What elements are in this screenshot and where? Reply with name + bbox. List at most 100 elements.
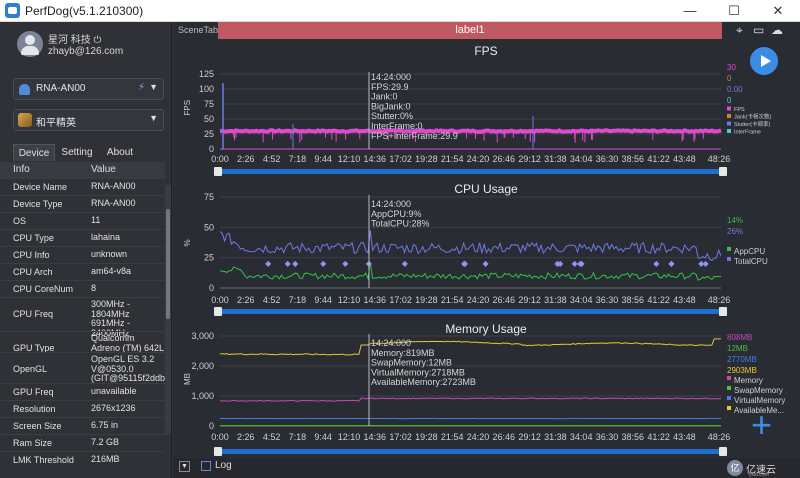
chart-title: FPS <box>474 44 497 58</box>
range-handle-left[interactable] <box>214 307 222 316</box>
table-row: Ram Size 7.2 GB <box>0 434 165 451</box>
y-tick-label: 25 <box>204 253 214 263</box>
x-tick-label: 17:02 <box>389 154 412 164</box>
x-tick-label: 34:04 <box>570 432 593 442</box>
x-tick-label: 38:56 <box>622 154 645 164</box>
time-range-scrollbar[interactable] <box>216 169 725 174</box>
avatar[interactable] <box>17 31 43 57</box>
x-tick-label: 31:38 <box>544 432 567 442</box>
add-chart-button[interactable]: + <box>751 407 772 443</box>
log-checkbox[interactable] <box>201 461 211 471</box>
time-range-scrollbar[interactable] <box>216 309 725 314</box>
row-value: 11 <box>91 215 101 225</box>
app-selector[interactable]: 和平精英 ▼ <box>13 109 164 131</box>
scrollbar-thumb[interactable] <box>166 209 170 319</box>
x-tick-label: 9:44 <box>314 432 332 442</box>
range-handle-left[interactable] <box>214 447 222 456</box>
legend-value: 2770MB <box>727 355 757 364</box>
cpu-marker-icon: ◆ <box>668 259 675 268</box>
x-tick-label: 2:26 <box>237 154 255 164</box>
row-key: CPU Freq <box>13 309 54 319</box>
app-selector-value: 和平精英 <box>36 118 76 129</box>
row-key: CPU Arch <box>13 267 53 277</box>
x-tick-label: 36:30 <box>596 432 619 442</box>
cpu-marker-icon: ◆ <box>292 259 299 268</box>
x-tick-label: 4:52 <box>263 154 281 164</box>
charts-area: FPS0255075100125FPS0:00 2:26 4:52 7:18 9:44 1… <box>183 44 785 456</box>
row-key: Ram Size <box>13 438 53 448</box>
table-row: OpenGL OpenGL ES 3.2 V@0530.0 (GIT@95115f… <box>0 352 165 383</box>
x-tick-label: 0:00 <box>211 154 229 164</box>
x-tick-label: 24:20 <box>467 154 490 164</box>
x-tick-label: 19:28 <box>415 432 438 442</box>
device-selector[interactable]: RNA-AN00 ⚡ ▼ <box>13 78 164 100</box>
y-tick-label: 0 <box>209 283 214 293</box>
tab-setting[interactable]: Setting <box>57 144 97 161</box>
x-tick-label: 21:54 <box>441 154 464 164</box>
tab-about[interactable]: About <box>101 144 139 161</box>
title-bar: PerfDog(v5.1.210300) — ☐ ✕ <box>0 0 800 22</box>
sidebar-scrollbar[interactable] <box>165 185 171 435</box>
range-handle-right[interactable] <box>719 307 727 316</box>
user-name: 星河 科技 ⏻ <box>48 35 102 46</box>
x-tick-label: 29:12 <box>518 295 541 305</box>
bottom-bar: ▼ Log 亿 亿速云 yisu.com <box>173 458 800 478</box>
row-value: Qualcomm Adreno (TM) 642L <box>91 333 165 353</box>
x-tick-label: 48:26 <box>708 154 731 164</box>
cursor-tooltip-line: Jank:0 <box>371 92 398 102</box>
collapse-button[interactable]: ▼ <box>179 461 190 472</box>
x-tick-label: 26:46 <box>493 295 516 305</box>
android-icon <box>19 84 30 95</box>
x-tick-label: 2:26 <box>237 432 255 442</box>
cursor-tooltip-line: BigJank:0 <box>371 101 411 111</box>
legend-value: 0 <box>727 74 732 83</box>
x-tick-label: 9:44 <box>314 295 332 305</box>
cpu-marker-icon: ◆ <box>653 259 660 268</box>
time-range-scrollbar[interactable] <box>216 449 725 454</box>
series-line-totalcpu <box>219 230 722 262</box>
usb-connection-icon: ⚡ <box>137 82 145 93</box>
row-value: 8 <box>91 283 97 293</box>
y-tick-label: 50 <box>204 114 214 124</box>
maximize-button[interactable]: ☐ <box>712 0 756 22</box>
row-value: unavailable <box>91 386 137 396</box>
legend-label: Memory <box>734 376 763 385</box>
table-row: Device Type RNA-AN00 <box>0 195 165 212</box>
user-email: zhayb@126.com <box>48 46 124 57</box>
x-tick-label: 34:04 <box>570 154 593 164</box>
table-row: Screen Size 6.75 in <box>0 417 165 434</box>
x-tick-label: 38:56 <box>622 432 645 442</box>
range-handle-right[interactable] <box>719 447 727 456</box>
column-header-info: Info <box>13 164 30 175</box>
table-row: CPU Info unknown <box>0 246 165 263</box>
x-tick-label: 19:28 <box>415 154 438 164</box>
cursor-tooltip-line: VirtualMemory:2718MB <box>371 367 465 377</box>
legend-label: AppCPU <box>734 247 765 256</box>
tab-device[interactable]: Device <box>13 144 55 161</box>
y-tick-label: 0 <box>209 421 214 431</box>
cpu-marker-icon: ◆ <box>342 259 349 268</box>
row-value: OpenGL ES 3.2 V@0530.0 (GIT@95115f2ddb <box>91 354 165 383</box>
series-line-availablememory <box>219 338 721 356</box>
chevron-down-icon: ▼ <box>149 113 158 123</box>
legend-swatch <box>727 106 731 111</box>
range-handle-left[interactable] <box>214 167 222 176</box>
row-key: Resolution <box>13 404 56 414</box>
x-tick-label: 36:30 <box>596 154 619 164</box>
row-key: Device Type <box>13 199 63 209</box>
row-value: unknown <box>91 249 128 259</box>
close-button[interactable]: ✕ <box>756 0 800 22</box>
x-tick-label: 4:52 <box>263 432 281 442</box>
minimize-button[interactable]: — <box>668 0 712 22</box>
table-row: CPU Arch am64-v8a <box>0 263 165 280</box>
log-label: Log <box>215 460 232 471</box>
play-button[interactable] <box>750 47 778 75</box>
range-handle-right[interactable] <box>719 167 727 176</box>
row-key: OS <box>13 216 27 226</box>
chart-title: CPU Usage <box>454 182 518 196</box>
row-value: 2676x1236 <box>91 403 136 413</box>
legend-value: 14% <box>727 216 743 225</box>
x-tick-label: 24:20 <box>467 432 490 442</box>
row-value: 7.2 GB <box>91 437 120 447</box>
device-info-table: Info Value Device Name RNA-AN00 Device Typ… <box>0 162 165 478</box>
